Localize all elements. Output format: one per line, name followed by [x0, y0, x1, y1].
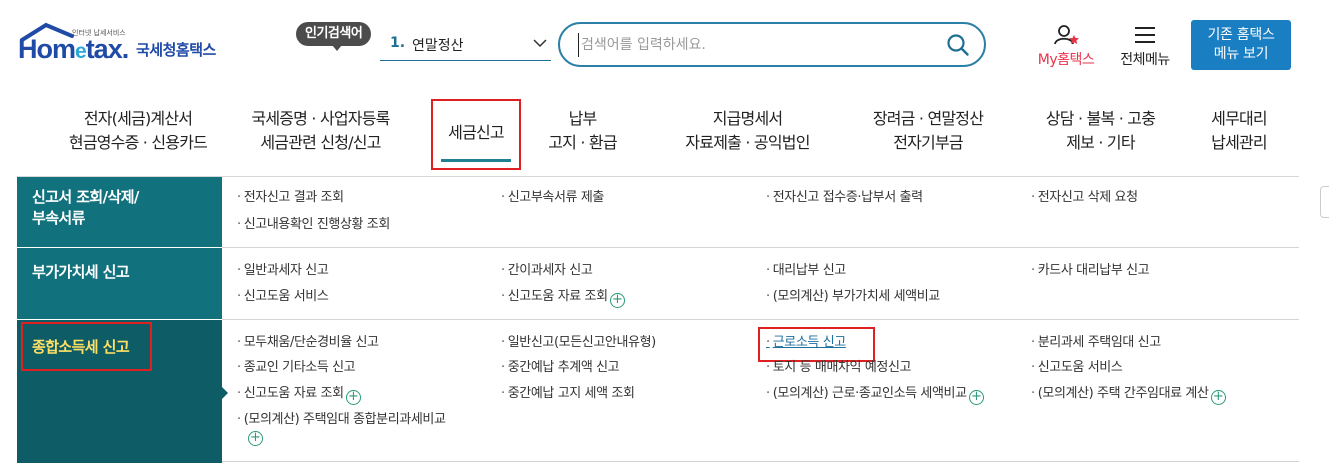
nav-label: 납부 — [568, 109, 598, 128]
nav-item-payment[interactable]: 납부 고지 · 환급 — [545, 107, 620, 155]
link-rental-sim[interactable]: (모의계산) 주택임대 종합분리과세비교 — [237, 411, 446, 429]
hometax-logo[interactable]: 인터넷 납세서비스 Hometax. 국세청홈택스 — [18, 20, 233, 70]
nav-label: 자료제출 · 공익법인 — [685, 133, 810, 152]
row-divider — [222, 319, 1299, 320]
nav-item-consultation[interactable]: 상담 · 불복 · 고충 제보 · 기타 — [1028, 107, 1173, 155]
old-menu-line2: 메뉴 보기 — [1213, 46, 1269, 62]
all-menu-label: 전체메뉴 — [1120, 52, 1170, 68]
active-category-arrow — [222, 387, 228, 399]
nav-label: 장려금 · 연말정산 — [872, 109, 984, 128]
category-label: 종합소득세 신고 — [32, 338, 130, 356]
category-label: 부가가치세 신고 — [32, 263, 130, 281]
link-interim-estimate[interactable]: 중간예납 추계액 신고 — [501, 359, 620, 377]
nav-item-payment-statement[interactable]: 지급명세서 자료제출 · 공익법인 — [670, 107, 825, 155]
nav-item-einvoice[interactable]: 전자(세금)계산서 현금영수증 · 신용카드 — [58, 107, 218, 155]
nav-label: 지급명세서 — [712, 109, 783, 128]
my-hometax-label: My홈택스 — [1037, 52, 1095, 68]
nav-label: 납세관리 — [1211, 133, 1267, 152]
logo-brand: Hometax. — [18, 34, 129, 64]
nav-label: 국세증명 · 사업자등록 — [251, 109, 390, 128]
link-deemed-rent-sim[interactable]: (모의계산) 주택 간주임대료 계산 — [1031, 385, 1226, 405]
link-separate-rental[interactable]: 분리과세 주택임대 신고 — [1031, 334, 1161, 352]
side-scroll-tab[interactable] — [1320, 186, 1329, 218]
link-label: (모의계산) 주택 간주임대료 계산 — [1037, 386, 1209, 401]
all-menu-button[interactable]: 전체메뉴 — [1114, 24, 1176, 68]
link-review-status[interactable]: 신고내용확인 진행상황 조회 — [237, 216, 391, 234]
nav-label: 전자기부금 — [893, 133, 963, 152]
active-tab-indicator — [441, 159, 511, 162]
link-earned-religious-sim[interactable]: (모의계산) 근로·종교인소득 세액비교 — [766, 385, 984, 405]
my-hometax-button[interactable]: My홈택스 — [1031, 24, 1101, 68]
plus-icon[interactable] — [248, 431, 263, 446]
link-general-filing[interactable]: 일반신고(모든신고안내유형) — [501, 334, 656, 352]
nav-label: 세금관련 신청/신고 — [260, 133, 381, 152]
category-label: 신고서 조회/삭제/ — [32, 188, 139, 206]
link-simple-vat[interactable]: 간이과세자 신고 — [501, 262, 593, 280]
link-attachment-submit[interactable]: 신고부속서류 제출 — [501, 189, 605, 207]
logo-org: 국세청홈택스 — [136, 41, 216, 59]
link-label: 신고도움 자료 조회 — [507, 289, 608, 304]
logo-brand-e: e — [75, 40, 87, 63]
link-vat-simulation[interactable]: (모의계산) 부가가치세 세액비교 — [766, 288, 940, 306]
link-help-data-income[interactable]: 신고도움 자료 조회 — [237, 385, 361, 405]
nav-label: 세금신고 — [448, 123, 504, 142]
search-icon[interactable] — [946, 33, 970, 57]
link-efile-result[interactable]: 전자신고 결과 조회 — [237, 189, 344, 207]
link-help-data[interactable]: 신고도움 자료 조회 — [501, 288, 625, 308]
row-divider — [222, 461, 1299, 462]
category-filing-lookup[interactable]: 신고서 조회/삭제/ 부속서류 — [17, 177, 222, 247]
nav-item-certificate[interactable]: 국세증명 · 사업자등록 세금관련 신청/신고 — [238, 107, 403, 155]
old-menu-button[interactable]: 기존 홈택스 메뉴 보기 — [1191, 20, 1291, 70]
old-menu-line1: 기존 홈택스 — [1207, 27, 1275, 43]
row-divider — [222, 247, 1299, 248]
link-card-proxy-payment[interactable]: 카드사 대리납부 신고 — [1031, 262, 1150, 280]
link-receipt-print[interactable]: 전자신고 접수증·납부서 출력 — [766, 189, 923, 207]
popular-search-label: 인기검색어 — [296, 22, 372, 51]
chevron-down-icon — [533, 39, 547, 48]
nav-label: 상담 · 불복 · 고충 — [1045, 109, 1156, 128]
nav-label: 전자(세금)계산서 — [83, 109, 193, 128]
popular-keyword-select[interactable]: 1. 연말정산 — [380, 30, 551, 61]
category-label: 부속서류 — [32, 209, 85, 227]
nav-label: 제보 · 기타 — [1066, 133, 1135, 152]
nav-label: 고지 · 환급 — [548, 133, 617, 152]
plus-icon[interactable] — [609, 293, 625, 308]
plus-icon[interactable] — [345, 390, 361, 405]
hamburger-icon — [1135, 27, 1155, 43]
link-filing-help-income[interactable]: 신고도움 서비스 — [1031, 359, 1123, 377]
link-general-vat[interactable]: 일반과세자 신고 — [237, 262, 329, 280]
link-land-gain[interactable]: 토지 등 매매차익 예정신고 — [766, 359, 912, 377]
popular-keyword: 연말정산 — [412, 38, 464, 54]
user-icon — [1054, 25, 1079, 45]
category-vat[interactable]: 부가가치세 신고 — [17, 248, 222, 319]
link-label: (모의계산) 근로·종교인소득 세액비교 — [772, 386, 967, 401]
nav-label: 세무대리 — [1211, 109, 1267, 128]
income-tax-highlight: 종합소득세 신고 — [21, 322, 152, 371]
popular-rank: 1. — [390, 35, 406, 51]
link-prefilled-filing[interactable]: 모두채움/단순경비율 신고 — [237, 334, 379, 352]
link-interim-notice[interactable]: 중간예납 고지 세액 조회 — [501, 385, 635, 403]
plus-icon[interactable] — [968, 390, 984, 405]
search-box — [558, 22, 986, 67]
plus-icon[interactable] — [1210, 390, 1226, 405]
link-religious-income[interactable]: 종교인 기타소득 신고 — [237, 359, 356, 377]
nav-label: 현금영수증 · 신용카드 — [68, 133, 208, 152]
link-efile-delete[interactable]: 전자신고 삭제 요청 — [1031, 189, 1138, 207]
link-label: 신고도움 자료 조회 — [243, 386, 344, 401]
link-filing-help[interactable]: 신고도움 서비스 — [237, 288, 329, 306]
search-input[interactable] — [578, 33, 928, 57]
link-proxy-payment[interactable]: 대리납부 신고 — [766, 262, 846, 280]
nav-item-year-end[interactable]: 장려금 · 연말정산 전자기부금 — [858, 107, 998, 155]
nav-item-tax-filing[interactable]: 세금신고 — [431, 99, 521, 170]
link-earned-income[interactable]: 근로소득 신고 — [766, 334, 846, 352]
nav-item-tax-agent[interactable]: 세무대리 납세관리 — [1200, 107, 1278, 155]
